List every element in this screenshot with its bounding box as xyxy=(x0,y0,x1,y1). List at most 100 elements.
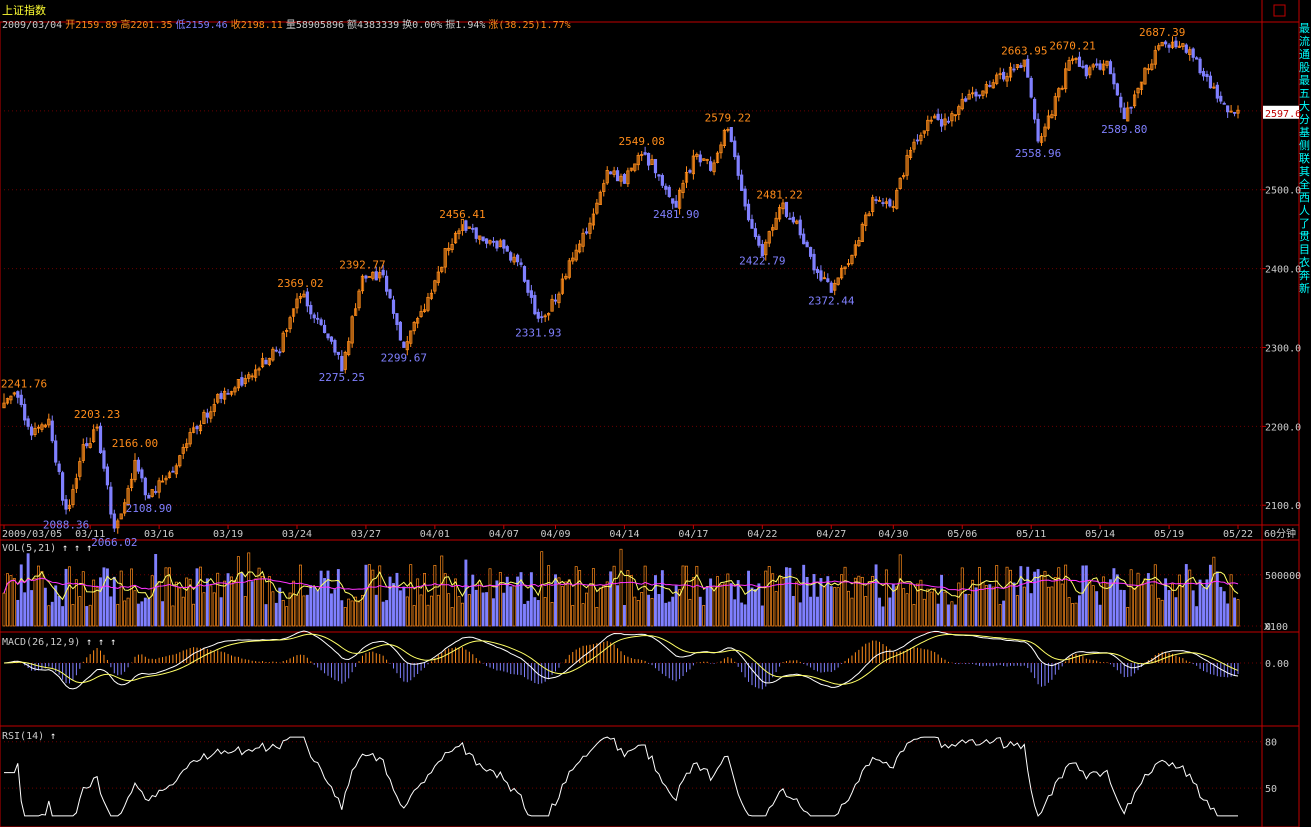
volume-bar xyxy=(940,574,944,627)
volume-bar xyxy=(1033,571,1037,627)
volume-bar xyxy=(381,601,385,627)
candle-body xyxy=(709,161,713,171)
volume-bar xyxy=(984,585,988,627)
candle-body xyxy=(1195,57,1199,60)
candle-body xyxy=(1219,95,1223,102)
volume-bar xyxy=(560,586,564,627)
volume-bar xyxy=(367,564,371,627)
candle-body xyxy=(653,158,658,174)
volume-bar xyxy=(991,586,995,627)
price-annotation: 2392.77 xyxy=(339,258,385,271)
candle-body xyxy=(333,340,337,353)
volume-bar xyxy=(405,596,409,627)
volume-bar xyxy=(357,601,361,627)
volume-bar xyxy=(1071,603,1074,627)
side-info-column: 最流通股最 五 大 分 基侧联其 全 西 人 了 贯 目 衣 奔 新 xyxy=(1299,22,1310,295)
volume-bar xyxy=(540,551,544,627)
candle-body xyxy=(336,351,340,355)
candle-body xyxy=(974,91,978,97)
price-annotation: 2456.41 xyxy=(439,208,485,221)
candle-body xyxy=(195,426,199,430)
volume-bar xyxy=(61,606,65,627)
candle-body xyxy=(667,186,671,197)
volume-bar xyxy=(385,600,389,627)
volume-bar xyxy=(681,565,685,627)
volume-bar xyxy=(1146,573,1150,627)
candle-body xyxy=(515,254,520,263)
volume-bar xyxy=(785,567,788,627)
price-annotation: 2558.96 xyxy=(1015,147,1061,160)
volume-bar xyxy=(626,570,630,627)
volume-bar xyxy=(171,605,175,627)
volume-bar xyxy=(140,601,144,627)
candle-body xyxy=(826,278,830,283)
volume-bar xyxy=(705,586,709,627)
volume-bar xyxy=(529,572,533,627)
candle-body xyxy=(671,198,675,204)
candle-body xyxy=(526,279,530,293)
candle-body xyxy=(802,233,806,245)
volume-bar xyxy=(1129,569,1133,627)
volume-bar xyxy=(1095,591,1099,627)
volume-bar xyxy=(1060,583,1064,627)
volume-bar xyxy=(1019,566,1023,627)
candle-body xyxy=(1026,58,1030,78)
volume-bar xyxy=(343,607,347,627)
volume-bar xyxy=(316,590,320,627)
candle-body xyxy=(915,139,920,142)
volume-bar xyxy=(471,574,475,627)
volume-bar xyxy=(1040,575,1043,627)
volume-bar xyxy=(95,587,99,627)
candle-body xyxy=(240,377,244,386)
volume-bar xyxy=(295,594,299,627)
last-price-label: 2597.6 xyxy=(1265,109,1301,120)
candle-body xyxy=(1036,118,1040,142)
volume-bar xyxy=(1195,606,1199,627)
candle-body xyxy=(1119,96,1123,108)
volume-bar xyxy=(1150,584,1154,627)
candle-body xyxy=(1095,63,1099,66)
stock-chart[interactable]: 2100.02200.02300.02400.02500.02241.76208… xyxy=(0,0,1311,827)
candle-body xyxy=(147,495,151,499)
rsi-tick-label: 80 xyxy=(1265,738,1277,749)
volume-bar xyxy=(953,604,957,627)
volume-bar xyxy=(1208,564,1212,627)
price-annotation: 2422.79 xyxy=(739,255,785,268)
volume-bar xyxy=(102,567,106,627)
volume-bar xyxy=(78,596,82,627)
price-annotation: 2481.22 xyxy=(756,189,802,202)
price-tick-label: 2100.0 xyxy=(1265,501,1301,512)
volume-bar xyxy=(216,572,220,627)
candle-body xyxy=(1012,68,1016,71)
volume-bar xyxy=(871,575,875,627)
volume-bar xyxy=(622,605,626,627)
volume-bar xyxy=(598,587,602,627)
date-tick-label: 05/06 xyxy=(947,529,977,540)
vol-tick-label: 500000 xyxy=(1265,571,1301,582)
volume-bar xyxy=(736,580,740,627)
volume-bar xyxy=(657,593,661,627)
volume-bar xyxy=(616,585,620,627)
candle-body xyxy=(815,269,820,273)
volume-bar xyxy=(643,565,647,627)
volume-bar xyxy=(450,607,454,627)
candle-body xyxy=(484,238,489,244)
volume-bar xyxy=(733,599,737,627)
volume-bar xyxy=(1167,590,1171,627)
price-annotation: 2670.21 xyxy=(1049,39,1095,52)
volume-bar xyxy=(112,576,116,627)
volume-bar xyxy=(922,598,926,627)
date-tick-label: 05/19 xyxy=(1154,529,1184,540)
volume-bar xyxy=(1026,566,1030,627)
volume-bar xyxy=(247,552,251,627)
volume-bar xyxy=(278,587,282,627)
volume-bar xyxy=(654,575,657,627)
volume-bar xyxy=(974,587,978,627)
candle-body xyxy=(819,270,823,281)
volume-bar xyxy=(629,575,633,627)
candle-body xyxy=(491,240,496,243)
date-tick-label: 04/17 xyxy=(678,529,708,540)
candle-body xyxy=(136,459,141,472)
candle-body xyxy=(808,246,813,257)
volume-bar xyxy=(419,594,423,627)
